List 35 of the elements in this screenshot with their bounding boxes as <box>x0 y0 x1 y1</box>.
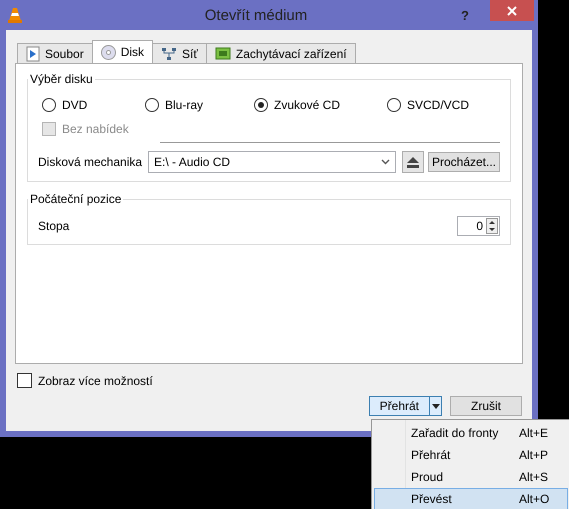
browse-button[interactable]: Procházet... <box>428 152 500 172</box>
eject-button[interactable] <box>402 151 424 173</box>
radio-option[interactable]: Blu-ray <box>145 98 254 112</box>
menu-item[interactable]: Proud Alt+S <box>374 466 568 488</box>
drive-dropdown[interactable]: E:\ - Audio CD <box>148 151 396 173</box>
close-icon <box>507 6 517 16</box>
field-label: Disková mechanika <box>38 155 142 169</box>
group-title: Výběr disku <box>29 72 94 86</box>
menu-item[interactable]: Zařadit do fronty Alt+E <box>374 422 568 444</box>
traffic-cone-icon <box>8 7 22 23</box>
chevron-icon <box>381 159 390 165</box>
dropdown-arrow-icon <box>432 404 440 408</box>
tab[interactable]: Disk <box>92 40 154 63</box>
play-button[interactable]: Přehrát <box>368 396 442 416</box>
cancel-button[interactable]: Zrušit <box>450 396 522 416</box>
tab[interactable]: Síť <box>152 43 207 63</box>
menu-item[interactable]: Přehrát Alt+P <box>374 444 568 466</box>
capture-card-icon <box>214 47 231 60</box>
radio-option[interactable]: DVD <box>42 98 145 112</box>
group-title: Počáteční pozice <box>29 192 122 206</box>
field-label: Stopa <box>38 219 70 233</box>
menu-item[interactable]: Převést Alt+O <box>374 488 568 509</box>
track-spinbox[interactable]: 0 <box>457 216 500 236</box>
radio-option[interactable]: Zvukové CD <box>254 98 387 112</box>
network-icon <box>161 46 178 60</box>
disc-icon <box>100 44 116 60</box>
checkbox-option[interactable]: Zobraz více možností <box>17 373 523 388</box>
eject-icon <box>407 156 419 168</box>
close-button[interactable] <box>490 0 534 21</box>
window-title: Otevřít médium <box>204 6 308 24</box>
tab[interactable]: Soubor <box>17 43 93 63</box>
tab[interactable]: Zachytávací zařízení <box>206 43 356 63</box>
spin-arrows-icon <box>486 218 498 234</box>
radio-option[interactable]: SVCD/VCD <box>387 98 490 112</box>
help-button[interactable]: ? <box>450 8 480 22</box>
